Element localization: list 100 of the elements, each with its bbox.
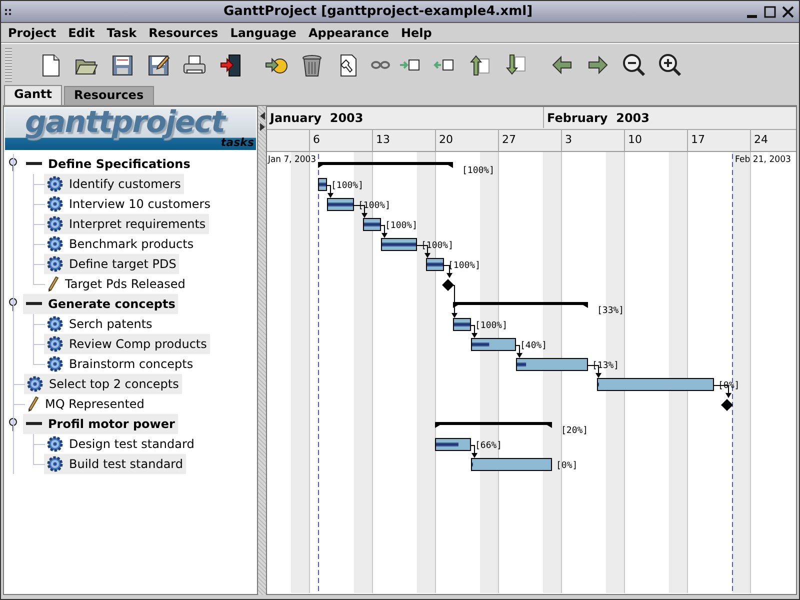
percent-label: [20%] [561, 426, 588, 436]
window-title: GanttProject [ganttproject-example4.xml] [222, 4, 534, 19]
task-row[interactable]: Select top 2 concepts [24, 374, 182, 394]
save-as-icon[interactable] [146, 53, 170, 77]
week-header: 13 [372, 129, 435, 151]
task-name: Select top 2 concepts [49, 377, 179, 391]
task-name: Serch patents [69, 317, 152, 331]
task-name: Identify customers [69, 177, 181, 191]
menu-item[interactable]: Language [224, 26, 302, 40]
menu-item[interactable]: Task [100, 26, 143, 40]
percent-label: [100%] [475, 321, 508, 331]
task-row[interactable]: Build test standard [44, 454, 186, 474]
task-row[interactable]: Interpret requirements [44, 214, 209, 234]
task-name: Benchmark products [69, 237, 194, 251]
right-arrow-icon[interactable] [586, 53, 610, 77]
task-row[interactable]: Generate concepts [23, 294, 178, 314]
task-row[interactable]: Serch patents [44, 314, 156, 334]
task-row[interactable]: Design test standard [44, 434, 198, 454]
task-name: Review Comp products [69, 337, 207, 351]
task-bar[interactable] [318, 178, 327, 191]
maximize-icon[interactable] [763, 4, 777, 18]
task-row[interactable]: Review Comp products [44, 334, 210, 354]
exit-door-icon[interactable] [218, 53, 242, 77]
summary-bracket[interactable] [453, 302, 588, 308]
task-row[interactable]: Identify customers [44, 174, 184, 194]
week-header: 17 [687, 129, 750, 151]
gear-icon [47, 236, 63, 252]
week-header: 27 [498, 129, 561, 151]
percent-label: [100%] [358, 201, 391, 211]
gear-icon [47, 436, 63, 452]
percent-label: [100%] [421, 241, 454, 251]
task-row[interactable]: Profil motor power [23, 414, 178, 434]
week-header: 6 [309, 129, 372, 151]
zoom-in-icon[interactable] [658, 53, 682, 77]
zoom-out-icon[interactable] [622, 53, 646, 77]
task-bar[interactable] [363, 218, 381, 231]
menu-item[interactable]: Edit [62, 26, 101, 40]
percent-label: [13%] [592, 361, 620, 371]
task-bar[interactable] [453, 318, 471, 331]
task-bar[interactable] [516, 358, 588, 371]
summary-bracket[interactable] [435, 422, 552, 428]
task-row[interactable]: Brainstorm concepts [44, 354, 196, 374]
gear-icon [47, 196, 63, 212]
task-name: Define target PDS [69, 257, 176, 271]
task-row[interactable]: Define target PDS [44, 254, 180, 274]
task-name: Interpret requirements [69, 217, 206, 231]
task-row[interactable]: Target Pds Released [44, 274, 188, 294]
gear-icon [47, 256, 63, 272]
task-name: MQ Represented [45, 397, 144, 411]
task-name: Design test standard [69, 437, 194, 451]
menu-item[interactable]: Resources [142, 26, 224, 40]
move-down-icon[interactable] [504, 53, 528, 77]
percent-label: [100%] [385, 221, 418, 231]
task-name: Profil motor power [48, 417, 175, 431]
move-up-icon[interactable] [468, 53, 492, 77]
task-name: Target Pds Released [65, 277, 186, 291]
grip-icon [5, 8, 11, 14]
task-bar[interactable] [597, 378, 714, 391]
left-arrow-icon[interactable] [550, 53, 574, 77]
gear-icon [47, 456, 63, 472]
task-bar[interactable] [471, 458, 552, 471]
task-row[interactable]: Define Specifications [23, 154, 194, 174]
tab[interactable]: Resources [64, 86, 154, 105]
summary-bracket[interactable] [318, 162, 453, 168]
task-bar[interactable] [471, 338, 516, 351]
toolbar-grip[interactable] [5, 48, 12, 82]
menu-item[interactable]: Project [2, 26, 62, 40]
task-row[interactable]: Interview 10 customers [44, 194, 214, 214]
gear-icon [47, 176, 63, 192]
week-header: 3 [561, 129, 624, 151]
task-bar[interactable] [327, 198, 354, 211]
task-name: Brainstorm concepts [69, 357, 194, 371]
percent-label: [100%] [448, 261, 481, 271]
save-icon[interactable] [110, 53, 134, 77]
tab[interactable]: Gantt [4, 85, 62, 105]
task-row[interactable]: Benchmark products [44, 234, 197, 254]
percent-label: [100%] [462, 166, 495, 176]
date-marker-label: Feb 21, 2003 [735, 155, 794, 165]
menu-item[interactable]: Appearance [302, 26, 395, 40]
week-header: 20 [435, 129, 498, 151]
trash-icon[interactable] [300, 53, 324, 77]
task-bar[interactable] [435, 438, 471, 451]
gear-icon [27, 376, 43, 392]
expand-toggle-icon[interactable] [7, 417, 19, 431]
percent-label: [33%] [597, 306, 624, 316]
date-marker-label: Jan 7, 2003 [268, 155, 320, 165]
gear-icon [47, 336, 63, 352]
percent-label: [100%] [331, 181, 364, 191]
menu-item[interactable]: Help [394, 26, 438, 40]
task-row[interactable]: MQ Represented [24, 394, 148, 414]
expand-toggle-icon[interactable] [7, 157, 19, 171]
task-name: Interview 10 customers [69, 197, 210, 211]
close-icon[interactable] [781, 4, 795, 18]
week-header: 24 [750, 129, 796, 151]
expand-toggle-icon[interactable] [7, 297, 19, 311]
pencil-icon [47, 276, 59, 292]
gear-icon [47, 356, 63, 372]
task-bar[interactable] [381, 238, 417, 251]
gear-icon [47, 216, 63, 232]
task-bar[interactable] [426, 258, 444, 271]
